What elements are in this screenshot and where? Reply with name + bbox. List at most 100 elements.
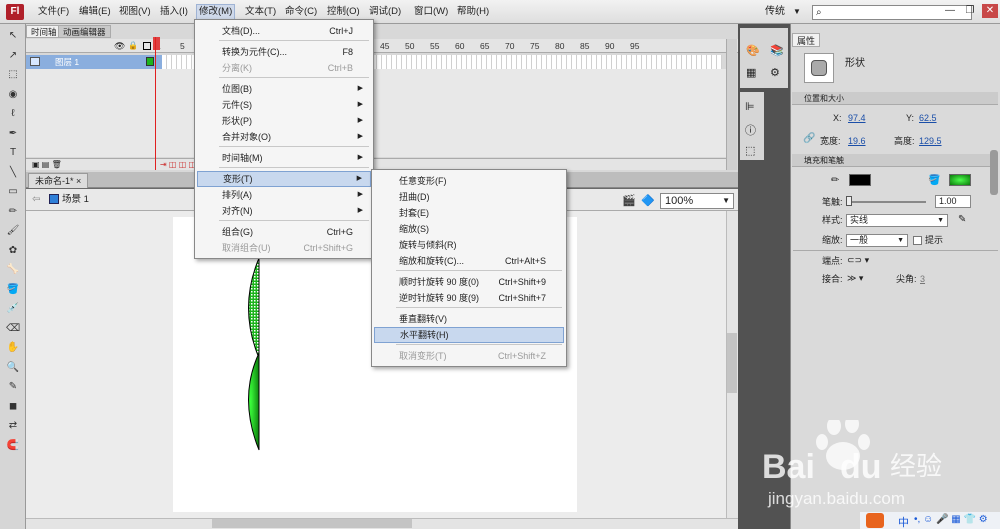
pencil-icon[interactable]: ✏ <box>6 206 20 218</box>
layer-name[interactable]: 图层 1 <box>55 55 79 69</box>
transform-icon[interactable]: ⬚ <box>745 144 755 157</box>
info-icon[interactable]: ⓘ <box>745 122 756 138</box>
free-transform-icon[interactable]: ⬚ <box>6 69 20 81</box>
scene-label[interactable]: 场景 1 <box>62 193 89 207</box>
style-select[interactable]: 实线 ▼ <box>846 214 948 227</box>
zoom-icon[interactable]: 🔍 <box>6 362 20 374</box>
menu-item[interactable]: 任意变形(F) <box>374 173 564 189</box>
onion-skin-icon[interactable]: ⇥ ◫ ◫ ◫ <box>160 160 196 169</box>
lasso-icon[interactable]: ℓ <box>6 108 20 120</box>
menu-8[interactable]: 调试(D) <box>367 4 403 20</box>
menu-0[interactable]: 文件(F) <box>36 4 71 20</box>
menu-6[interactable]: 命令(C) <box>283 4 319 20</box>
menu-3[interactable]: 插入(I) <box>158 4 190 20</box>
outline-icon[interactable] <box>143 42 151 50</box>
vertical-scroll-thumb[interactable] <box>727 333 737 393</box>
layer-color-swatch[interactable] <box>146 57 154 66</box>
menu-item[interactable]: 转换为元件(C)... F8 <box>197 44 371 60</box>
hand-icon[interactable]: ✋ <box>6 342 20 354</box>
menu-1[interactable]: 编辑(E) <box>77 4 113 20</box>
line-icon[interactable]: ╲ <box>6 167 20 179</box>
library-icon[interactable]: 📚 <box>770 44 784 57</box>
hint-checkbox[interactable] <box>913 236 922 245</box>
align-icon[interactable]: ⊫ <box>745 100 755 113</box>
section-position-size[interactable]: 位置和大小 <box>792 92 998 105</box>
document-tab[interactable]: 未命名-1* × <box>28 173 89 188</box>
rectangle-icon[interactable]: ▭ <box>6 186 20 198</box>
color-icon[interactable]: 🎨 <box>746 44 760 57</box>
menu-item[interactable]: 旋转与倾斜(R) <box>374 237 564 253</box>
eyedropper-icon[interactable]: 💉 <box>6 303 20 315</box>
y-value[interactable]: 62.5 <box>919 112 937 125</box>
playhead[interactable] <box>155 37 161 170</box>
menu-item[interactable]: 水平翻转(H) <box>374 327 564 343</box>
new-layer-icon[interactable]: ▣ ▤ 🗑 <box>32 160 62 169</box>
subselect-icon[interactable]: ↗ <box>6 50 20 62</box>
deco-icon[interactable]: ✿ <box>6 245 20 257</box>
workspace-switcher[interactable]: 传统 <box>765 4 785 20</box>
join-style-icon[interactable]: ≫ ▾ <box>847 273 863 284</box>
restore-icon[interactable]: ❐ <box>962 4 978 18</box>
minimize-icon[interactable]: — <box>942 4 958 18</box>
horizontal-scroll-thumb[interactable] <box>212 519 412 528</box>
menu-item[interactable]: 扭曲(D) <box>374 189 564 205</box>
tab-timeline[interactable]: 时间轴 <box>26 25 62 38</box>
menu-item[interactable]: 组合(G) Ctrl+G <box>197 224 371 240</box>
section-fill-stroke[interactable]: 填充和笔触 <box>792 154 998 167</box>
cap-style-icon[interactable]: ⊂⊃ ▾ <box>847 255 869 266</box>
eye-icon[interactable]: 👁 <box>114 41 125 52</box>
sogou-icon[interactable] <box>866 513 884 528</box>
lock-icon[interactable]: 🔒 <box>128 41 138 50</box>
snap-icon[interactable]: 🧲 <box>6 440 20 452</box>
menu-7[interactable]: 控制(O) <box>325 4 362 20</box>
panel-scrollbar[interactable] <box>990 150 998 195</box>
menu-2[interactable]: 视图(V) <box>117 4 153 20</box>
tab-properties[interactable]: 属性 <box>792 33 821 47</box>
tab-motion-editor[interactable]: 动画编辑器 <box>58 25 111 38</box>
menu-item[interactable]: 顺时针旋转 90 度(0) Ctrl+Shift+9 <box>374 274 564 290</box>
menu-item[interactable]: 位图(B) ▶ <box>197 81 371 97</box>
swap-colors-icon[interactable]: ⇄ <box>6 420 20 432</box>
selection-icon[interactable]: ↖ <box>6 30 20 42</box>
scale-select[interactable]: 一般 ▼ <box>846 234 908 247</box>
width-value[interactable]: 19.6 <box>848 135 866 148</box>
stroke-slider[interactable] <box>848 201 926 203</box>
brush-icon[interactable]: 🖌 <box>6 225 20 237</box>
menu-item[interactable]: 缩放(S) <box>374 221 564 237</box>
menu-item[interactable]: 元件(S) ▶ <box>197 97 371 113</box>
menu-item[interactable]: 封套(E) <box>374 205 564 221</box>
menu-item[interactable]: 排列(A) ▶ <box>197 187 371 203</box>
menu-item[interactable]: 逆时针旋转 90 度(9) Ctrl+Shift+7 <box>374 290 564 306</box>
paint-bucket-icon[interactable]: 🪣 <box>6 284 20 296</box>
leaf-shapes[interactable] <box>236 258 276 453</box>
menu-9[interactable]: 窗口(W) <box>412 4 450 20</box>
menu-item[interactable]: 垂直翻转(V) <box>374 311 564 327</box>
menu-item[interactable]: 时间轴(M) ▶ <box>197 150 371 166</box>
back-arrow-icon[interactable]: ⇦ <box>32 194 40 205</box>
menu-10[interactable]: 帮助(H) <box>455 4 491 20</box>
edit-style-icon[interactable]: ✎ <box>958 214 966 225</box>
menu-item[interactable]: 变形(T) ▶ <box>197 171 371 187</box>
stroke-slider-handle[interactable] <box>846 196 852 206</box>
fill-color-swatch[interactable] <box>949 174 971 186</box>
menu-5[interactable]: 文本(T) <box>243 4 278 20</box>
height-value[interactable]: 129.5 <box>919 135 942 148</box>
bone-icon[interactable]: 🦴 <box>6 264 20 276</box>
miter-value[interactable]: 3 <box>920 273 925 286</box>
timeline-scrollbar[interactable] <box>726 39 737 170</box>
ime-mode[interactable]: 中 <box>898 514 909 529</box>
menu-item[interactable]: 文档(D)... Ctrl+J <box>197 23 371 39</box>
edit-symbol-icon[interactable]: 🔷 <box>641 194 655 207</box>
link-icon[interactable]: 🔗 <box>803 133 815 144</box>
menu-item[interactable]: 合并对象(O) ▶ <box>197 129 371 145</box>
chevron-down-icon[interactable]: ▼ <box>793 4 801 20</box>
3d-rotation-icon[interactable]: ◉ <box>6 89 20 101</box>
stroke-width-input[interactable]: 1.00 <box>935 195 971 208</box>
zoom-select[interactable]: 100% ▼ <box>660 193 734 209</box>
close-tab-icon[interactable]: × <box>76 176 81 186</box>
stroke-color-icon[interactable]: ✎ <box>6 381 20 393</box>
menu-item[interactable]: 形状(P) ▶ <box>197 113 371 129</box>
text-icon[interactable]: T <box>6 147 20 159</box>
menu-item[interactable]: 对齐(N) ▶ <box>197 203 371 219</box>
x-value[interactable]: 97.4 <box>848 112 866 125</box>
